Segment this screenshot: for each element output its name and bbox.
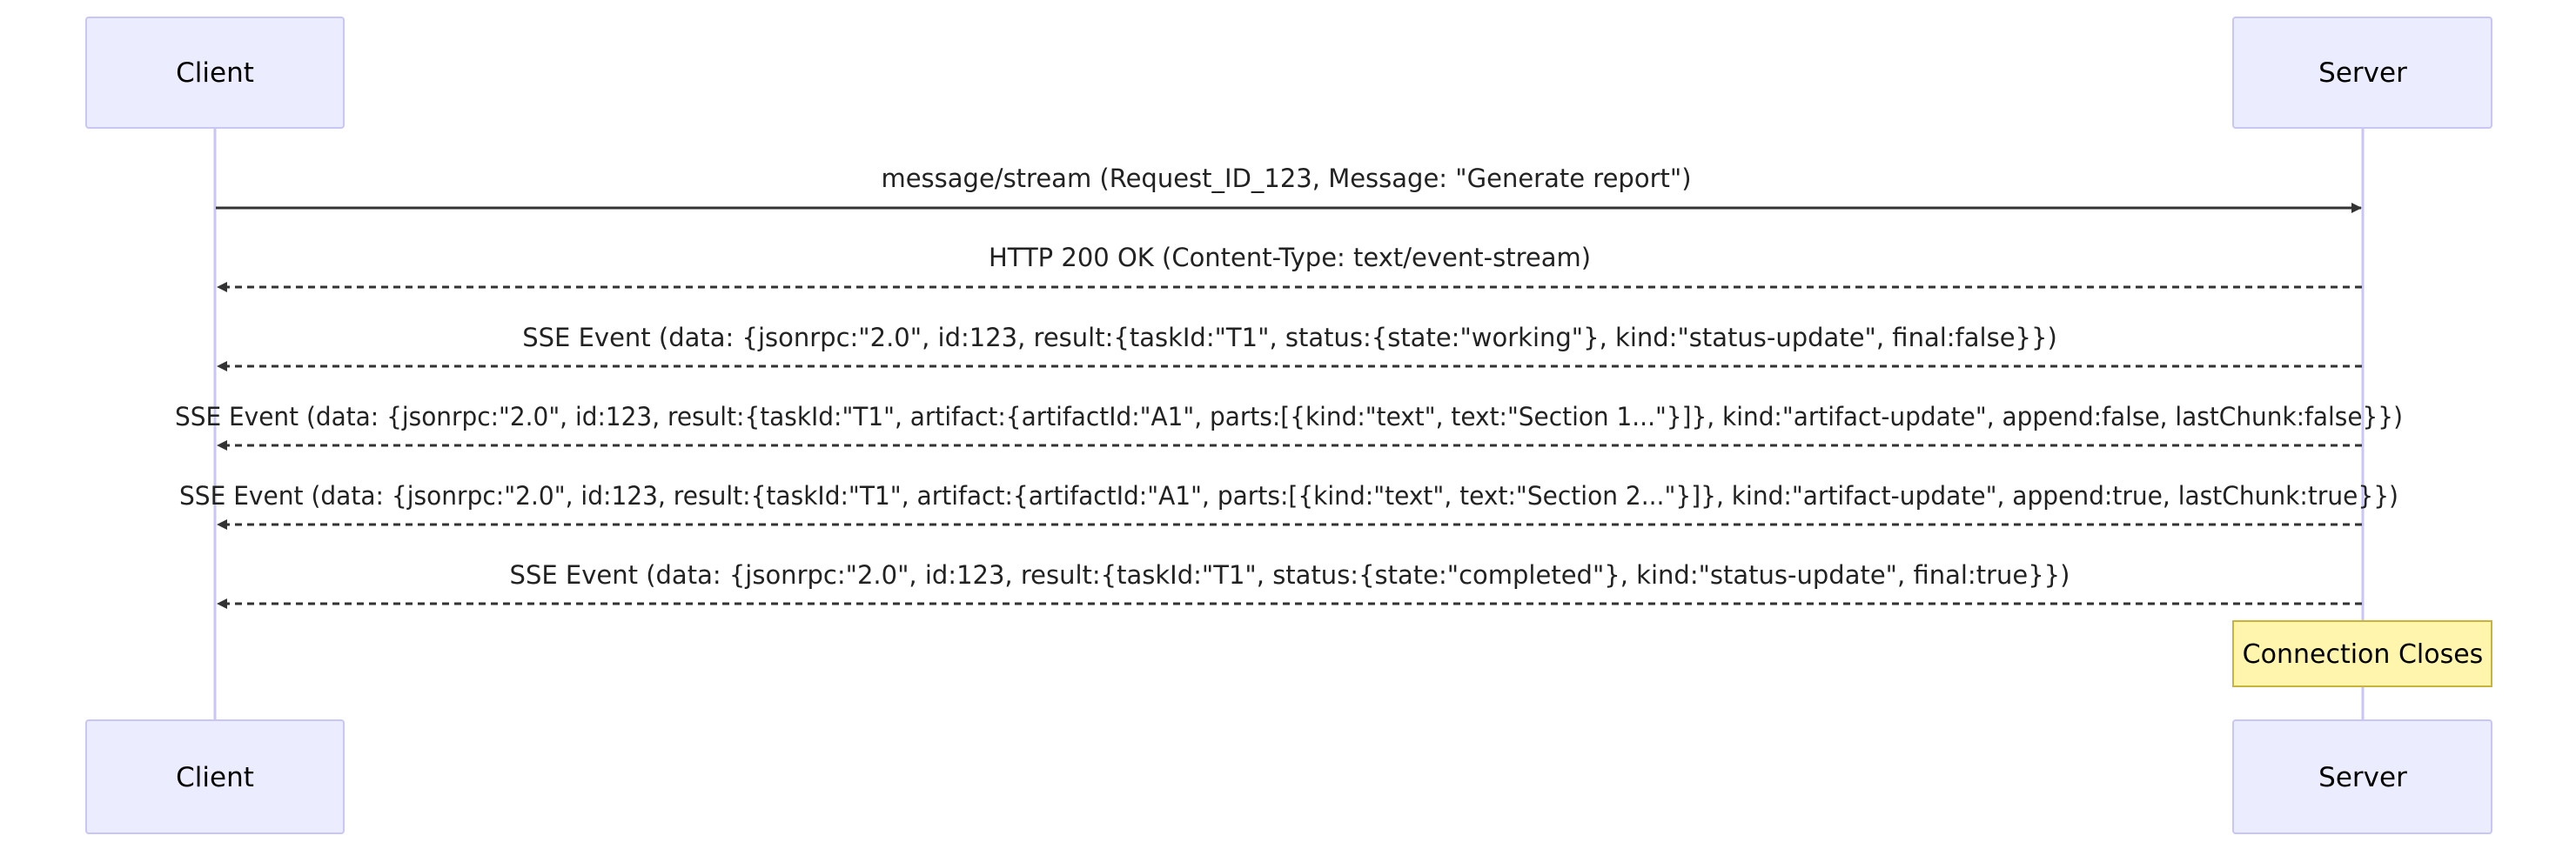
client-actor-top: Client: [85, 17, 345, 129]
server-actor-bottom: Server: [2232, 719, 2492, 834]
client-actor-bottom: Client: [85, 719, 345, 834]
note-connection-closes: Connection Closes: [2232, 620, 2492, 687]
message-sse-artifact-1: SSE Event (data: {jsonrpc:"2.0", id:123,…: [175, 402, 2403, 451]
message-label: message/stream (Request_ID_123, Message:…: [881, 164, 1691, 193]
message-sse-completed: SSE Event (data: {jsonrpc:"2.0", id:123,…: [217, 560, 2362, 609]
server-actor-label: Server: [2318, 762, 2407, 793]
message-request: message/stream (Request_ID_123, Message:…: [216, 164, 2362, 213]
server-actor-top: Server: [2232, 17, 2492, 129]
message-label: SSE Event (data: {jsonrpc:"2.0", id:123,…: [175, 402, 2403, 431]
message-http-ok: HTTP 200 OK (Content-Type: text/event-st…: [217, 243, 2362, 292]
sequence-diagram: Client Server Client Server message/stre…: [0, 0, 2576, 849]
message-sse-artifact-2: SSE Event (data: {jsonrpc:"2.0", id:123,…: [179, 481, 2398, 530]
client-actor-label: Client: [176, 57, 254, 89]
message-sse-working: SSE Event (data: {jsonrpc:"2.0", id:123,…: [217, 323, 2362, 371]
diagram-svg: Client Server Client Server message/stre…: [85, 17, 2492, 834]
message-label: HTTP 200 OK (Content-Type: text/event-st…: [989, 243, 1591, 272]
message-label: SSE Event (data: {jsonrpc:"2.0", id:123,…: [522, 323, 2057, 352]
server-actor-label: Server: [2318, 57, 2407, 89]
client-actor-label: Client: [176, 762, 254, 793]
message-label: SSE Event (data: {jsonrpc:"2.0", id:123,…: [510, 560, 2070, 590]
note-label: Connection Closes: [2243, 639, 2484, 670]
message-label: SSE Event (data: {jsonrpc:"2.0", id:123,…: [179, 481, 2398, 511]
